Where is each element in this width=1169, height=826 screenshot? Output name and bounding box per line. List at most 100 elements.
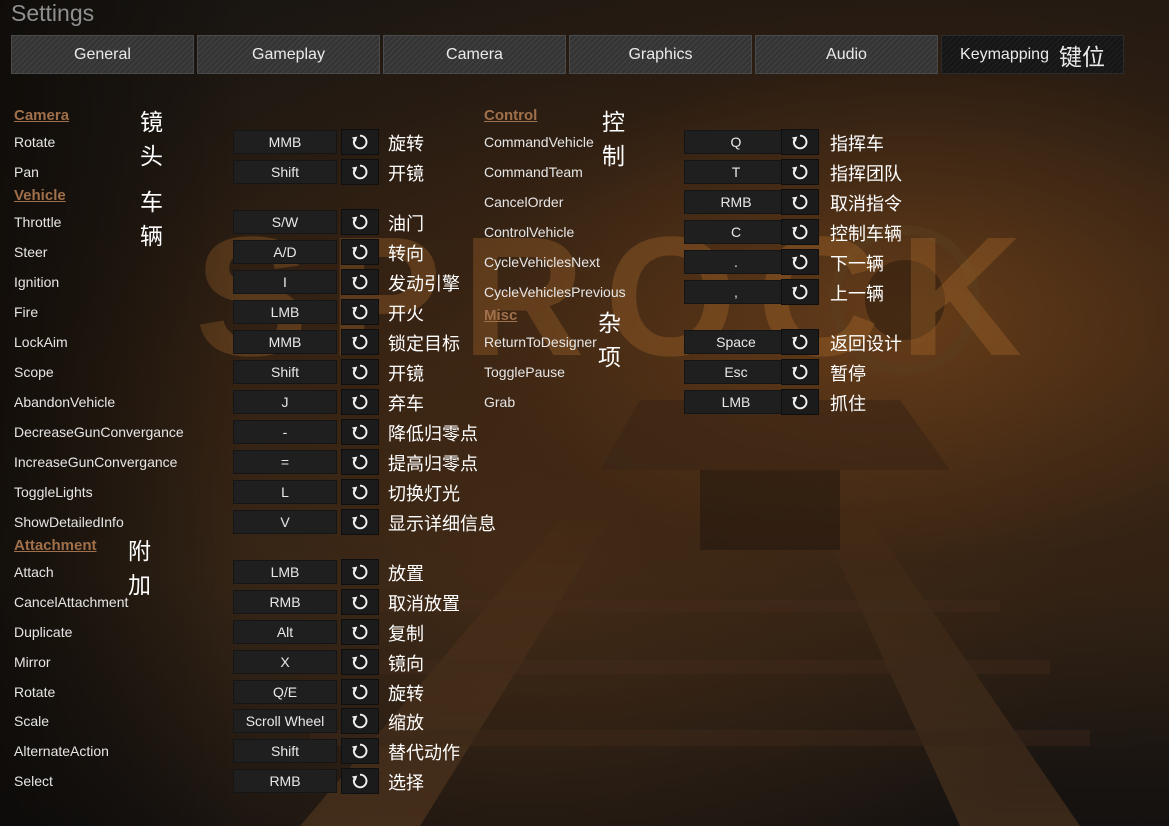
binding-annotation: 指挥团队 [830,164,902,184]
key-binding-button[interactable]: RMB [233,590,337,614]
reset-icon [791,223,809,241]
reset-icon [351,593,369,611]
tab-label: Camera [446,45,503,63]
reset-binding-button[interactable] [341,559,379,585]
page-title: Settings [11,0,95,26]
reset-binding-button[interactable] [781,279,819,305]
tab-general[interactable]: General [11,35,194,74]
reset-icon [351,742,369,760]
section-header-camera: Camera [14,107,70,124]
binding-annotation: 转向 [388,244,424,264]
key-binding-button[interactable]: A/D [233,240,337,264]
reset-binding-button[interactable] [341,589,379,615]
key-binding-button[interactable]: T [684,160,788,184]
tab-label: Keymapping [960,45,1049,63]
reset-binding-button[interactable] [341,619,379,645]
reset-binding-button[interactable] [341,209,379,235]
tab-label: Graphics [628,45,693,63]
reset-binding-button[interactable] [341,679,379,705]
section-header-misc: Misc [484,307,518,324]
reset-binding-button[interactable] [341,329,379,355]
binding-action-label: Fire [14,304,39,320]
reset-binding-button[interactable] [781,159,819,185]
binding-annotation: 控制车辆 [830,224,902,244]
key-binding-button[interactable]: Shift [233,160,337,184]
reset-binding-button[interactable] [341,509,379,535]
key-binding-button[interactable]: LMB [233,300,337,324]
reset-binding-button[interactable] [341,649,379,675]
binding-annotation: 弃车 [388,394,424,414]
key-binding-button[interactable]: MMB [233,330,337,354]
key-binding-button[interactable]: Q/E [233,680,337,704]
binding-annotation: 取消放置 [388,594,460,614]
reset-binding-button[interactable] [781,329,819,355]
binding-annotation: 提高归零点 [388,454,478,474]
binding-annotation: 放置 [388,564,424,584]
reset-binding-button[interactable] [781,389,819,415]
reset-binding-button[interactable] [341,129,379,155]
binding-action-label: CommandTeam [484,164,583,180]
key-binding-button[interactable]: LMB [684,390,788,414]
binding-annotation: 显示详细信息 [388,514,496,534]
binding-action-label: AbandonVehicle [14,394,116,410]
key-binding-button[interactable]: L [233,480,337,504]
key-binding-button[interactable]: S/W [233,210,337,234]
section-header-vehicle: Vehicle [14,187,66,204]
reset-binding-button[interactable] [341,708,379,734]
section-header-attachment: Attachment [14,537,97,554]
key-binding-button[interactable]: Shift [233,739,337,763]
binding-action-label: Scope [14,364,54,380]
binding-action-label: Throttle [14,214,62,230]
reset-icon [791,133,809,151]
tab-keymapping[interactable]: Keymapping 键位 [941,35,1124,74]
key-binding-button[interactable]: Esc [684,360,788,384]
key-binding-button[interactable]: Alt [233,620,337,644]
key-binding-button[interactable]: I [233,270,337,294]
key-binding-button[interactable]: = [233,450,337,474]
reset-binding-button[interactable] [341,479,379,505]
tab-gameplay[interactable]: Gameplay [197,35,380,74]
binding-annotation: 复制 [388,624,424,644]
reset-icon [351,483,369,501]
reset-icon [351,683,369,701]
reset-binding-button[interactable] [781,359,819,385]
reset-binding-button[interactable] [341,768,379,794]
binding-annotation: 旋转 [388,684,424,704]
key-binding-button[interactable]: RMB [684,190,788,214]
reset-binding-button[interactable] [781,129,819,155]
reset-binding-button[interactable] [781,219,819,245]
key-binding-button[interactable]: - [233,420,337,444]
key-binding-button[interactable]: Scroll Wheel [233,709,337,733]
key-binding-button[interactable]: Q [684,130,788,154]
key-binding-button[interactable]: Space [684,330,788,354]
reset-binding-button[interactable] [341,389,379,415]
reset-icon [791,193,809,211]
reset-binding-button[interactable] [341,359,379,385]
binding-annotation: 发动引擎 [388,274,460,294]
tab-audio[interactable]: Audio [755,35,938,74]
key-binding-button[interactable]: V [233,510,337,534]
tab-graphics[interactable]: Graphics [569,35,752,74]
binding-annotation: 指挥车 [830,134,884,154]
reset-binding-button[interactable] [341,159,379,185]
reset-binding-button[interactable] [341,738,379,764]
reset-binding-button[interactable] [341,269,379,295]
reset-binding-button[interactable] [341,449,379,475]
key-binding-button[interactable]: MMB [233,130,337,154]
reset-binding-button[interactable] [341,419,379,445]
key-binding-button[interactable]: X [233,650,337,674]
tab-camera[interactable]: Camera [383,35,566,74]
reset-binding-button[interactable] [341,299,379,325]
key-binding-button[interactable]: Shift [233,360,337,384]
key-binding-button[interactable]: . [684,250,788,274]
key-binding-button[interactable]: C [684,220,788,244]
key-binding-button[interactable]: , [684,280,788,304]
reset-binding-button[interactable] [341,239,379,265]
key-binding-button[interactable]: RMB [233,769,337,793]
binding-annotation: 切换灯光 [388,484,460,504]
binding-action-label: ReturnToDesigner [484,334,597,350]
reset-binding-button[interactable] [781,249,819,275]
reset-binding-button[interactable] [781,189,819,215]
key-binding-button[interactable]: LMB [233,560,337,584]
key-binding-button[interactable]: J [233,390,337,414]
